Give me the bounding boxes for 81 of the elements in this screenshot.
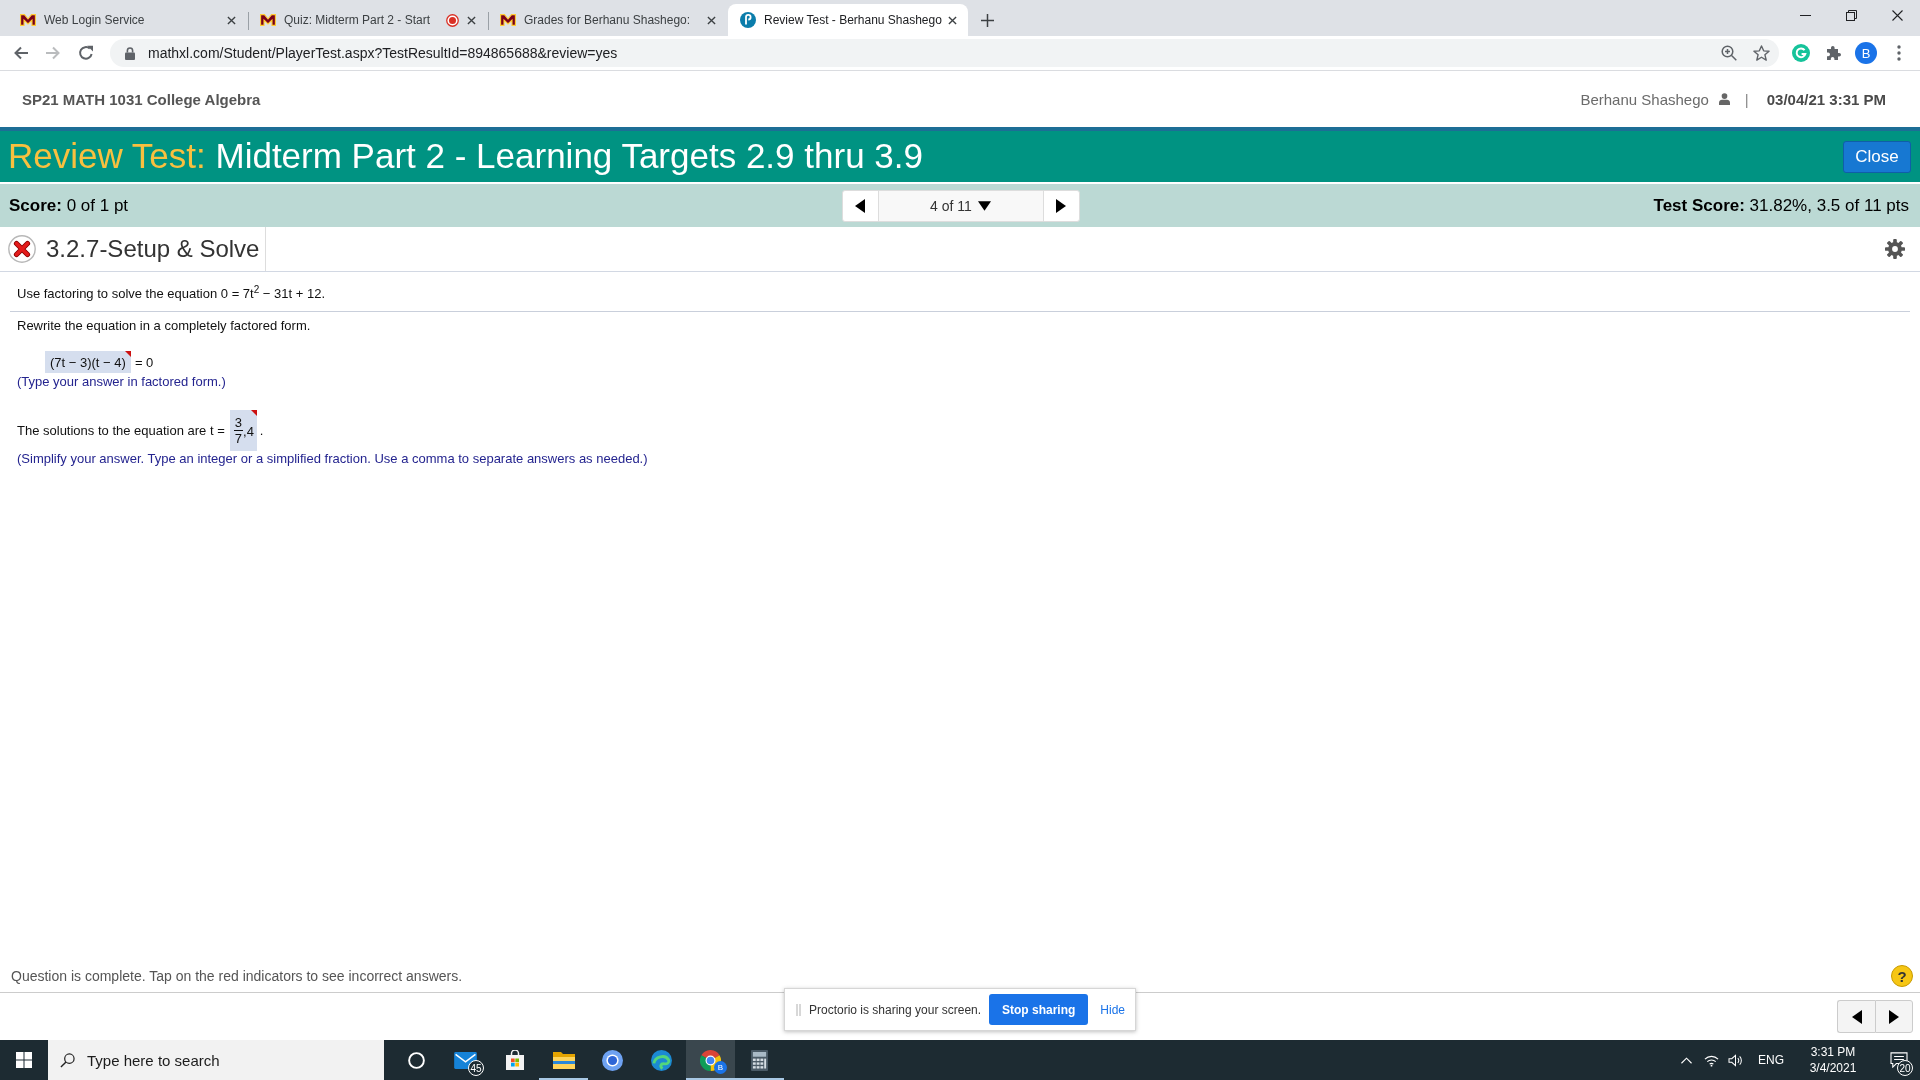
incorrect-marker-icon[interactable] <box>250 410 257 416</box>
instruction-text: Rewrite the equation in a completely factored form. <box>17 318 311 334</box>
close-icon[interactable] <box>467 15 476 25</box>
browser-tab[interactable]: Web Login Service <box>8 4 248 36</box>
question-title: 3.2.7-Setup & Solve <box>46 235 260 263</box>
language-indicator[interactable]: ENG <box>1758 1053 1784 1067</box>
course-title: SP21 MATH 1031 College Algebra <box>22 90 261 108</box>
equation-text: The solutions to the equation are t = <box>17 423 225 438</box>
close-icon[interactable] <box>947 15 957 25</box>
speaker-icon[interactable] <box>1728 1053 1743 1067</box>
equation-text: . <box>259 423 264 438</box>
hide-link[interactable]: Hide <box>1100 1002 1125 1017</box>
hint-text: (Type your answer in factored form.) <box>17 374 226 390</box>
profile-button[interactable]: B <box>1855 42 1877 64</box>
reload-icon[interactable] <box>78 45 94 61</box>
chevron-up-icon[interactable] <box>1681 1056 1692 1064</box>
m-logo-icon <box>260 14 276 26</box>
separator-text: | <box>1744 90 1749 108</box>
wifi-icon[interactable] <box>1704 1053 1719 1067</box>
question-prompt: Use factoring to solve the equation 0 = 7t$^{2}$ − 31t + 12. <box>17 285 326 303</box>
segmented-circle-icon <box>700 1049 721 1071</box>
score-text: Score: 0 of 1 pt <box>9 195 129 216</box>
next-button[interactable] <box>1875 1000 1913 1033</box>
windows-icon <box>16 1052 32 1068</box>
badge-count: 20 <box>1897 1060 1913 1076</box>
zoom-icon[interactable] <box>1721 45 1737 61</box>
address-field[interactable]: mathxl.com/Student/PlayerTest.aspx?TestResultId=894865688&review=yes <box>110 39 1779 67</box>
stop-sharing-button[interactable]: Stop sharing <box>989 994 1089 1025</box>
search-icon <box>60 1052 75 1068</box>
minimize-icon[interactable] <box>1799 14 1811 16</box>
bag-icon <box>504 1050 525 1070</box>
clock[interactable]: 3:31 PM 3/4/2021 <box>1803 1044 1863 1076</box>
hint-text: (Simplify your answer. Type an integer or a simplified fraction. Use a comma to separate answers as needed.) <box>17 451 648 467</box>
previous-button[interactable] <box>841 189 879 222</box>
back-icon[interactable] <box>13 45 29 61</box>
previous-button[interactable] <box>1837 1000 1875 1033</box>
help-button[interactable]: ? <box>1891 965 1913 987</box>
answer-box[interactable]: (7t − 3)(t − 4) <box>45 351 131 373</box>
folder-icon <box>552 1051 575 1069</box>
more-menu-icon[interactable] <box>1897 45 1901 61</box>
close-icon[interactable] <box>1891 9 1903 21</box>
circle-icon <box>602 1049 623 1071</box>
browser-tab[interactable]: Grades for Berhanu Shashego: <box>488 4 728 36</box>
next-button[interactable] <box>1042 189 1080 222</box>
status-text: Question is complete. Tap on the red indicators to see incorrect answers. <box>11 968 463 984</box>
badge-count: B <box>714 1061 727 1074</box>
lock-icon <box>125 46 135 60</box>
triangle-right-icon <box>1056 198 1066 213</box>
incorrect-marker-icon[interactable] <box>124 351 131 357</box>
question-select[interactable]: 4 of 11 <box>878 189 1043 222</box>
grip-icon[interactable] <box>796 1003 801 1016</box>
taskbar-app-button[interactable]: B <box>686 1040 735 1080</box>
new-tab-icon[interactable] <box>981 13 994 27</box>
m-logo-icon <box>500 14 516 26</box>
m-logo-icon <box>20 14 36 26</box>
person-icon <box>1718 93 1730 105</box>
triangle-left-icon <box>1851 1009 1862 1024</box>
user-name: Berhanu Shashego <box>1580 90 1709 108</box>
close-button[interactable]: Close <box>1843 140 1911 173</box>
ring-icon <box>408 1051 425 1069</box>
circle-logo-icon <box>740 12 756 28</box>
test-score-text: Test Score: 31.82%, 3.5 of 11 pts <box>1653 195 1909 216</box>
triangle-right-icon <box>1889 1009 1899 1024</box>
close-icon[interactable] <box>707 15 716 25</box>
test-title: Review Test: Midterm Part 2 - Learning Targets 2.9 thru 3.9 <box>8 137 923 176</box>
equation-text: = 0 <box>134 354 154 370</box>
browser-tab[interactable]: Quiz: Midterm Part 2 - Start <box>248 4 488 36</box>
settings-icon[interactable] <box>1885 239 1905 259</box>
date-time: 03/04/21 3:31 PM <box>1766 90 1886 108</box>
caret-icon <box>977 200 991 211</box>
browser-tab[interactable]: Review Test - Berhanu Shashego <box>728 4 968 36</box>
calculator-icon <box>751 1049 768 1071</box>
star-icon[interactable] <box>1753 45 1770 61</box>
close-icon[interactable] <box>227 15 236 25</box>
badge-count: 45 <box>468 1060 484 1076</box>
puzzle-icon[interactable] <box>1825 45 1841 61</box>
swirl-icon <box>651 1049 672 1071</box>
triangle-left-icon <box>855 198 865 213</box>
restore-icon[interactable] <box>1845 9 1857 21</box>
taskbar-app-button[interactable]: 45 <box>441 1040 490 1080</box>
notice-text: Proctorio is sharing your screen. <box>809 1002 982 1017</box>
